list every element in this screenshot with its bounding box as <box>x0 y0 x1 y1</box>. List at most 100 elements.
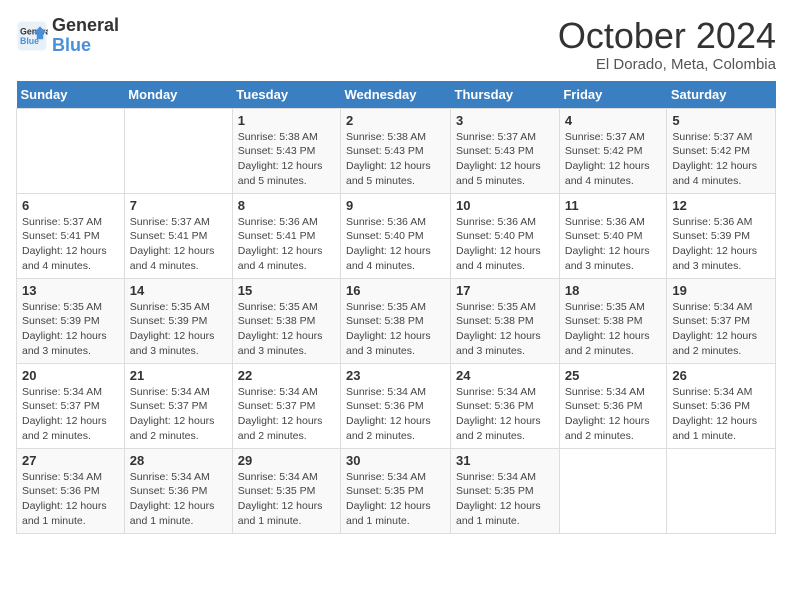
day-number: 28 <box>130 453 227 468</box>
calendar-cell: 27Sunrise: 5:34 AM Sunset: 5:36 PM Dayli… <box>17 448 125 533</box>
calendar-cell: 20Sunrise: 5:34 AM Sunset: 5:37 PM Dayli… <box>17 363 125 448</box>
calendar-cell: 22 Sunrise: 5:34 AM Sunset: 5:37 PM Dayli… <box>232 363 340 448</box>
day-number: 6 <box>22 198 119 213</box>
day-info: Sunrise: 5:38 AM Sunset: 5:43 PM Dayligh… <box>346 130 445 189</box>
day-info: Sunrise: 5:34 AM Sunset: 5:35 PM Dayligh… <box>238 470 335 529</box>
day-number: 23 <box>346 368 445 383</box>
day-number: 2 <box>346 113 445 128</box>
day-header-friday: Friday <box>559 81 667 109</box>
calendar-week-row: 27 Sunrise: 5:34 AM Sunset: 5:36 PM Dayli… <box>17 448 776 533</box>
day-number: 11 <box>565 198 662 213</box>
day-info: Sunrise: 5:37 AM Sunset: 5:43 PM Dayligh… <box>456 130 554 189</box>
calendar-cell <box>559 448 667 533</box>
calendar-cell: 18 Sunrise: 5:35 AM Sunset: 5:38 PM Dayli… <box>559 278 667 363</box>
calendar-cell: 6 Sunrise: 5:37 AM Sunset: 5:41 PM Daylig… <box>17 193 125 278</box>
logo-text: General Blue <box>52 16 119 56</box>
day-number: 7 <box>130 198 227 213</box>
title-block: October 2024 El Dorado, Meta, Colombia <box>558 16 776 73</box>
calendar-cell: 8 Sunrise: 5:36 AM Sunset: 5:41 PM Daylig… <box>232 193 340 278</box>
day-number: 14 <box>130 283 227 298</box>
day-info: Sunrise: 5:36 AM Sunset: 5:40 PM Dayligh… <box>565 215 662 274</box>
day-info: Sunrise: 5:34 AM Sunset: 5:35 PM Dayligh… <box>346 470 445 529</box>
day-info: Sunrise: 5:34 AM Sunset: 5:36 PM Dayligh… <box>346 385 445 444</box>
day-number: 16 <box>346 283 445 298</box>
calendar-table: SundayMondayTuesdayWednesdayThursdayFrid… <box>16 81 776 534</box>
calendar-cell: 28 Sunrise: 5:34 AM Sunset: 5:36 PM Dayli… <box>124 448 232 533</box>
day-info: Sunrise: 5:36 AM Sunset: 5:40 PM Dayligh… <box>346 215 445 274</box>
day-number: 18 <box>565 283 662 298</box>
calendar-cell: 19 Sunrise: 5:34 AM Sunset: 5:37 PM Dayli… <box>667 278 776 363</box>
logo-line1: General <box>52 16 119 36</box>
day-number: 31 <box>456 453 554 468</box>
svg-text:Blue: Blue <box>20 36 39 46</box>
day-number: 10 <box>456 198 554 213</box>
calendar-week-row: 1Sunrise: 5:38 AM Sunset: 5:43 PM Daylig… <box>17 108 776 193</box>
day-info: Sunrise: 5:34 AM Sunset: 5:37 PM Dayligh… <box>130 385 227 444</box>
day-info: Sunrise: 5:37 AM Sunset: 5:41 PM Dayligh… <box>130 215 227 274</box>
day-info: Sunrise: 5:35 AM Sunset: 5:38 PM Dayligh… <box>565 300 662 359</box>
calendar-cell: 30 Sunrise: 5:34 AM Sunset: 5:35 PM Dayli… <box>341 448 451 533</box>
day-number: 9 <box>346 198 445 213</box>
day-header-wednesday: Wednesday <box>341 81 451 109</box>
day-number: 5 <box>672 113 770 128</box>
day-info: Sunrise: 5:38 AM Sunset: 5:43 PM Dayligh… <box>238 130 335 189</box>
day-info: Sunrise: 5:34 AM Sunset: 5:36 PM Dayligh… <box>456 385 554 444</box>
calendar-week-row: 6 Sunrise: 5:37 AM Sunset: 5:41 PM Daylig… <box>17 193 776 278</box>
day-number: 22 <box>238 368 335 383</box>
day-info: Sunrise: 5:36 AM Sunset: 5:41 PM Dayligh… <box>238 215 335 274</box>
day-number: 26 <box>672 368 770 383</box>
day-number: 21 <box>130 368 227 383</box>
day-info: Sunrise: 5:34 AM Sunset: 5:36 PM Dayligh… <box>565 385 662 444</box>
calendar-cell: 23 Sunrise: 5:34 AM Sunset: 5:36 PM Dayli… <box>341 363 451 448</box>
calendar-cell: 2 Sunrise: 5:38 AM Sunset: 5:43 PM Daylig… <box>341 108 451 193</box>
calendar-cell <box>124 108 232 193</box>
day-number: 30 <box>346 453 445 468</box>
day-number: 25 <box>565 368 662 383</box>
calendar-cell: 14Sunrise: 5:35 AM Sunset: 5:39 PM Dayli… <box>124 278 232 363</box>
calendar-cell <box>667 448 776 533</box>
day-info: Sunrise: 5:34 AM Sunset: 5:36 PM Dayligh… <box>130 470 227 529</box>
day-number: 15 <box>238 283 335 298</box>
calendar-cell: 21 Sunrise: 5:34 AM Sunset: 5:37 PM Dayli… <box>124 363 232 448</box>
day-info: Sunrise: 5:35 AM Sunset: 5:38 PM Dayligh… <box>456 300 554 359</box>
calendar-cell: 25 Sunrise: 5:34 AM Sunset: 5:36 PM Dayli… <box>559 363 667 448</box>
calendar-cell: 3 Sunrise: 5:37 AM Sunset: 5:43 PM Daylig… <box>451 108 560 193</box>
page-header: General Blue General Blue October 2024 E… <box>16 16 776 73</box>
calendar-cell: 31 Sunrise: 5:34 AM Sunset: 5:35 PM Dayli… <box>451 448 560 533</box>
day-number: 4 <box>565 113 662 128</box>
day-number: 27 <box>22 453 119 468</box>
calendar-cell: 26Sunrise: 5:34 AM Sunset: 5:36 PM Dayli… <box>667 363 776 448</box>
logo-line2: Blue <box>52 36 119 56</box>
day-info: Sunrise: 5:37 AM Sunset: 5:41 PM Dayligh… <box>22 215 119 274</box>
day-number: 17 <box>456 283 554 298</box>
month-year-title: October 2024 <box>558 16 776 56</box>
day-header-thursday: Thursday <box>451 81 560 109</box>
calendar-cell: 17 Sunrise: 5:35 AM Sunset: 5:38 PM Dayli… <box>451 278 560 363</box>
day-info: Sunrise: 5:35 AM Sunset: 5:39 PM Dayligh… <box>22 300 119 359</box>
day-number: 3 <box>456 113 554 128</box>
day-info: Sunrise: 5:34 AM Sunset: 5:35 PM Dayligh… <box>456 470 554 529</box>
calendar-cell: 11 Sunrise: 5:36 AM Sunset: 5:40 PM Dayli… <box>559 193 667 278</box>
day-number: 12 <box>672 198 770 213</box>
calendar-cell: 7 Sunrise: 5:37 AM Sunset: 5:41 PM Daylig… <box>124 193 232 278</box>
day-number: 8 <box>238 198 335 213</box>
day-number: 24 <box>456 368 554 383</box>
calendar-cell: 9 Sunrise: 5:36 AM Sunset: 5:40 PM Daylig… <box>341 193 451 278</box>
logo: General Blue General Blue <box>16 16 119 56</box>
calendar-cell: 24 Sunrise: 5:34 AM Sunset: 5:36 PM Dayli… <box>451 363 560 448</box>
calendar-cell: 10Sunrise: 5:36 AM Sunset: 5:40 PM Dayli… <box>451 193 560 278</box>
day-info: Sunrise: 5:34 AM Sunset: 5:37 PM Dayligh… <box>238 385 335 444</box>
day-number: 19 <box>672 283 770 298</box>
day-number: 20 <box>22 368 119 383</box>
calendar-cell: 5 Sunrise: 5:37 AM Sunset: 5:42 PM Daylig… <box>667 108 776 193</box>
logo-icon: General Blue <box>16 20 48 52</box>
day-info: Sunrise: 5:37 AM Sunset: 5:42 PM Dayligh… <box>672 130 770 189</box>
day-header-saturday: Saturday <box>667 81 776 109</box>
calendar-cell <box>17 108 125 193</box>
day-info: Sunrise: 5:34 AM Sunset: 5:37 PM Dayligh… <box>672 300 770 359</box>
day-info: Sunrise: 5:36 AM Sunset: 5:39 PM Dayligh… <box>672 215 770 274</box>
day-info: Sunrise: 5:35 AM Sunset: 5:38 PM Dayligh… <box>238 300 335 359</box>
calendar-cell: 29Sunrise: 5:34 AM Sunset: 5:35 PM Dayli… <box>232 448 340 533</box>
day-header-monday: Monday <box>124 81 232 109</box>
calendar-cell: 1Sunrise: 5:38 AM Sunset: 5:43 PM Daylig… <box>232 108 340 193</box>
